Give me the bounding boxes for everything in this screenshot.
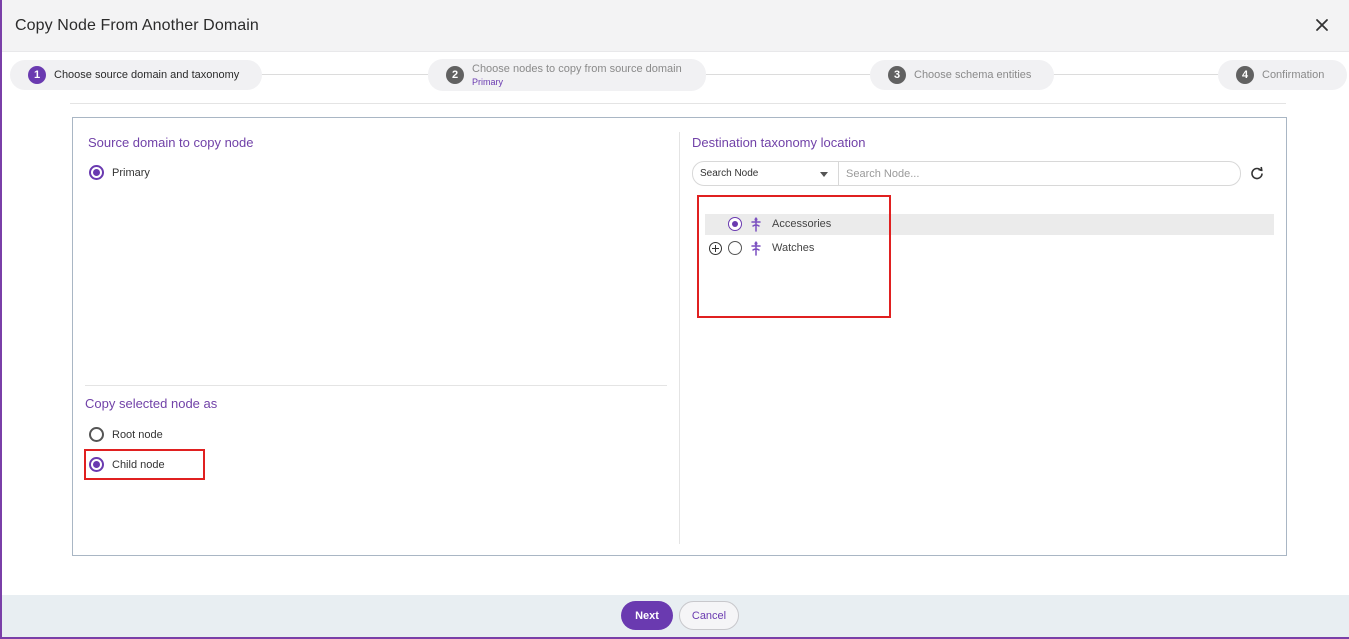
source-domain-title: Source domain to copy node xyxy=(88,135,254,150)
taxonomy-node-icon xyxy=(749,241,763,256)
step-label: Confirmation xyxy=(1262,69,1325,81)
step-label: Choose schema entities xyxy=(914,69,1032,81)
next-button[interactable]: Next xyxy=(621,601,673,630)
stepper-divider xyxy=(70,103,1286,104)
chevron-down-icon xyxy=(820,172,828,177)
step-1[interactable]: 1 Choose source domain and taxonomy xyxy=(10,60,262,90)
tree-node-label: Accessories xyxy=(772,218,832,230)
node-search-bar: Search Node xyxy=(692,161,1241,186)
step-label: Choose source domain and taxonomy xyxy=(54,69,240,81)
step-2[interactable]: 2 Choose nodes to copy from source domai… xyxy=(428,59,706,91)
section-divider xyxy=(85,385,667,386)
step-number: 2 xyxy=(446,66,464,84)
root-node-radio[interactable]: Root node xyxy=(89,427,163,442)
step-sublabel: Primary xyxy=(472,77,503,87)
radio-indicator xyxy=(89,165,104,180)
step-2-text: Choose nodes to copy from source domain … xyxy=(472,63,682,87)
cancel-button[interactable]: Cancel xyxy=(679,601,739,630)
radio-indicator xyxy=(89,457,104,472)
step-connector xyxy=(704,74,872,75)
radio-label: Child node xyxy=(112,458,165,471)
tree-node-radio[interactable] xyxy=(728,217,742,231)
dialog-header: Copy Node From Another Domain xyxy=(2,0,1349,52)
radio-indicator xyxy=(89,427,104,442)
copy-as-title: Copy selected node as xyxy=(85,396,218,411)
child-node-radio[interactable]: Child node xyxy=(89,457,165,472)
destination-title: Destination taxonomy location xyxy=(692,135,866,150)
tree-node-radio[interactable] xyxy=(728,241,742,255)
source-primary-radio[interactable]: Primary xyxy=(89,165,150,180)
step-number: 4 xyxy=(1236,66,1254,84)
step-connector xyxy=(260,74,430,75)
tree-node-watches[interactable]: Watches xyxy=(705,238,1274,259)
dialog-footer xyxy=(2,595,1349,637)
taxonomy-node-icon xyxy=(749,217,763,232)
expand-icon[interactable] xyxy=(709,242,722,255)
step-label: Choose nodes to copy from source domain xyxy=(472,63,682,75)
radio-label: Primary xyxy=(112,166,150,179)
close-icon[interactable] xyxy=(1313,16,1331,34)
step-number: 1 xyxy=(28,66,46,84)
tree-node-label: Watches xyxy=(772,242,815,254)
step-number: 3 xyxy=(888,66,906,84)
search-type-value: Search Node xyxy=(700,168,759,179)
step-connector xyxy=(1052,74,1220,75)
step-4[interactable]: 4 Confirmation xyxy=(1218,60,1347,90)
column-divider xyxy=(679,132,680,544)
content-panel: Source domain to copy node Primary Copy … xyxy=(72,117,1287,556)
refresh-icon[interactable] xyxy=(1250,166,1264,180)
radio-label: Root node xyxy=(112,428,163,441)
step-3[interactable]: 3 Choose schema entities xyxy=(870,60,1054,90)
copy-node-dialog: Copy Node From Another Domain 1 Choose s… xyxy=(2,0,1349,637)
tree-node-accessories[interactable]: Accessories xyxy=(705,214,1274,235)
dialog-title: Copy Node From Another Domain xyxy=(15,17,259,34)
node-search-input[interactable] xyxy=(839,162,1240,185)
search-type-dropdown[interactable]: Search Node xyxy=(693,162,839,185)
